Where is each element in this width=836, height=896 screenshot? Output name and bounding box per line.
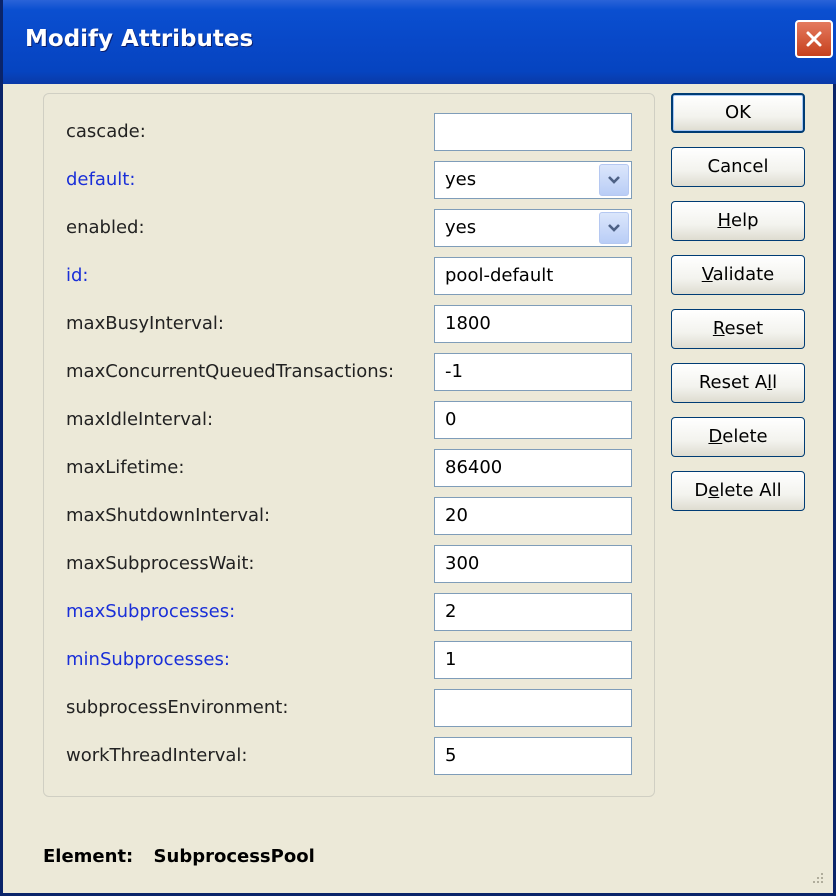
attribute-input[interactable]: 300: [434, 545, 632, 583]
status-bar: Element: SubprocessPool: [43, 846, 315, 867]
attribute-row: maxLifetime: 86400: [44, 447, 654, 489]
attribute-input[interactable]: 86400: [434, 449, 632, 487]
cancel-button[interactable]: Cancel: [671, 147, 805, 187]
attribute-row: maxIdleInterval: 0: [44, 399, 654, 441]
attribute-row: maxShutdownInterval: 20: [44, 495, 654, 537]
attribute-input[interactable]: 0: [434, 401, 632, 439]
delete-button[interactable]: Delete: [671, 417, 805, 457]
chevron-down-icon: [608, 224, 620, 232]
attribute-row: id: pool-default: [44, 255, 654, 297]
attribute-input[interactable]: [434, 113, 632, 151]
help-button[interactable]: Help: [671, 201, 805, 241]
element-label: Element:: [43, 846, 134, 867]
attribute-label: subprocessEnvironment:: [66, 697, 289, 718]
attribute-select[interactable]: yes: [434, 161, 632, 199]
ok-button[interactable]: OK: [671, 93, 805, 133]
attribute-label: maxConcurrentQueuedTransactions:: [66, 361, 395, 382]
attribute-label: maxBusyInterval:: [66, 313, 225, 334]
attribute-row: maxSubprocesses: 2: [44, 591, 654, 633]
attribute-input[interactable]: 2: [434, 593, 632, 631]
attribute-row: maxSubprocessWait: 300: [44, 543, 654, 585]
button-label: Reset All: [698, 372, 778, 393]
button-label: OK: [725, 102, 751, 123]
button-label: Reset: [712, 318, 764, 339]
attribute-input[interactable]: 20: [434, 497, 632, 535]
attribute-input[interactable]: 1800: [434, 305, 632, 343]
dropdown-button[interactable]: [599, 212, 629, 244]
attribute-label: cascade:: [66, 121, 146, 142]
attribute-label: minSubprocesses:: [66, 649, 230, 670]
delete-all-button[interactable]: Delete All: [671, 471, 805, 511]
title-bar[interactable]: Modify Attributes: [3, 0, 836, 84]
close-icon: [806, 31, 822, 47]
attribute-input[interactable]: 5: [434, 737, 632, 775]
attribute-label: maxIdleInterval:: [66, 409, 214, 430]
attribute-label: maxSubprocesses:: [66, 601, 236, 622]
attribute-input[interactable]: -1: [434, 353, 632, 391]
attribute-input[interactable]: pool-default: [434, 257, 632, 295]
attribute-label: default:: [66, 169, 136, 190]
select-value: yes: [445, 217, 477, 238]
attribute-row: subprocessEnvironment:: [44, 687, 654, 729]
attribute-row: default: yes: [44, 159, 654, 201]
attribute-label: enabled:: [66, 217, 145, 238]
attribute-row: maxConcurrentQueuedTransactions: -1: [44, 351, 654, 393]
button-label: Cancel: [707, 156, 769, 177]
button-label: Delete All: [694, 480, 782, 501]
reset-button[interactable]: Reset: [671, 309, 805, 349]
attribute-label: maxLifetime:: [66, 457, 185, 478]
attributes-panel: cascade: default: yes enabled: yes id: pool-de…: [43, 93, 655, 797]
attribute-select[interactable]: yes: [434, 209, 632, 247]
button-label: Validate: [701, 264, 775, 285]
attribute-label: maxShutdownInterval:: [66, 505, 271, 526]
attribute-row: workThreadInterval: 5: [44, 735, 654, 777]
attribute-row: cascade:: [44, 111, 654, 153]
element-value: SubprocessPool: [153, 846, 315, 867]
resize-grip-icon[interactable]: [809, 869, 825, 885]
attribute-input[interactable]: [434, 689, 632, 727]
attribute-row: maxBusyInterval: 1800: [44, 303, 654, 345]
chevron-down-icon: [608, 176, 620, 184]
validate-button[interactable]: Validate: [671, 255, 805, 295]
attribute-label: workThreadInterval:: [66, 745, 248, 766]
close-button[interactable]: [795, 20, 833, 58]
window-title: Modify Attributes: [25, 26, 254, 52]
attribute-row: minSubprocesses: 1: [44, 639, 654, 681]
reset-all-button[interactable]: Reset All: [671, 363, 805, 403]
button-label: Delete: [708, 426, 768, 447]
modify-attributes-dialog: Modify Attributes cascade: default: yes ena…: [0, 0, 836, 896]
attribute-label: maxSubprocessWait:: [66, 553, 255, 574]
button-label: Help: [717, 210, 759, 231]
select-value: yes: [445, 169, 477, 190]
attribute-label: id:: [66, 265, 89, 286]
attribute-input[interactable]: 1: [434, 641, 632, 679]
attribute-row: enabled: yes: [44, 207, 654, 249]
dropdown-button[interactable]: [599, 164, 629, 196]
